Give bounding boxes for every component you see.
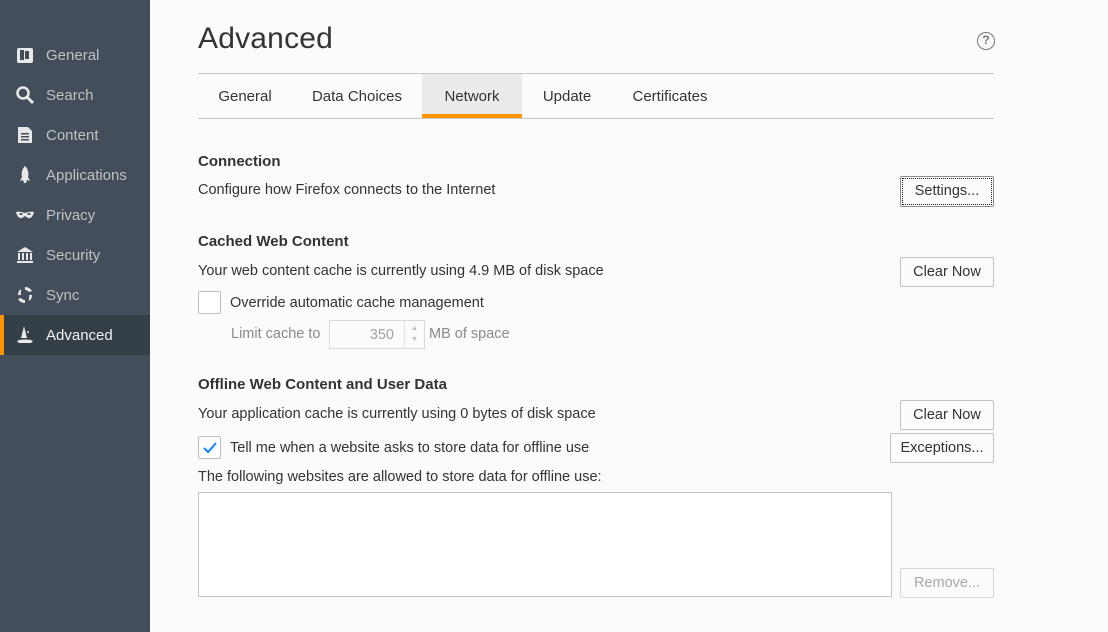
checkmark-icon: [203, 442, 217, 454]
sidebar-item-security[interactable]: Security: [0, 235, 150, 275]
spin-down-icon[interactable]: ▼: [411, 336, 418, 343]
help-icon[interactable]: ?: [977, 32, 995, 50]
remove-site-button[interactable]: Remove...: [900, 568, 994, 598]
connection-heading: Connection: [198, 153, 281, 170]
offline-content-heading: Offline Web Content and User Data: [198, 376, 447, 393]
sidebar-item-advanced[interactable]: Advanced: [0, 315, 150, 355]
spin-up-icon[interactable]: ▲: [411, 325, 418, 332]
advanced-wizard-hat-icon: [15, 325, 35, 345]
tab-update[interactable]: Update: [528, 74, 606, 118]
search-icon: [15, 85, 35, 105]
sidebar: General Search Content Applications Priv…: [0, 0, 150, 632]
cached-content-heading: Cached Web Content: [198, 233, 349, 250]
sidebar-item-search[interactable]: Search: [0, 75, 150, 115]
sidebar-item-label: Advanced: [46, 326, 113, 344]
cache-size-stepper[interactable]: 350 ▲ ▼: [329, 320, 425, 349]
sidebar-item-label: Sync: [46, 286, 80, 304]
exceptions-button[interactable]: Exceptions...: [890, 433, 994, 463]
offline-sites-list[interactable]: [198, 492, 892, 597]
sidebar-item-general[interactable]: General: [0, 35, 150, 75]
sidebar-item-sync[interactable]: Sync: [0, 275, 150, 315]
override-cache-label[interactable]: Override automatic cache management: [230, 295, 484, 311]
cache-size-spinner[interactable]: ▲ ▼: [404, 321, 424, 348]
tab-general[interactable]: General: [198, 74, 292, 118]
sidebar-item-label: General: [46, 46, 100, 64]
connection-settings-button[interactable]: Settings...: [900, 176, 994, 207]
tab-certificates[interactable]: Certificates: [616, 74, 724, 118]
sidebar-item-content[interactable]: Content: [0, 115, 150, 155]
sync-icon: [15, 285, 35, 305]
sidebar-item-privacy[interactable]: Privacy: [0, 195, 150, 235]
sidebar-item-label: Applications: [46, 166, 127, 184]
offline-list-label: The following websites are allowed to st…: [198, 469, 602, 485]
cache-usage-text: Your web content cache is currently usin…: [198, 263, 604, 279]
connection-description: Configure how Firefox connects to the In…: [198, 182, 496, 198]
offline-notify-label[interactable]: Tell me when a website asks to store dat…: [230, 440, 589, 456]
sidebar-item-label: Privacy: [46, 206, 96, 224]
applications-icon: [15, 165, 35, 185]
sidebar-item-applications[interactable]: Applications: [0, 155, 150, 195]
tab-network[interactable]: Network: [422, 74, 522, 118]
offline-usage-text: Your application cache is currently usin…: [198, 406, 596, 422]
limit-cache-label: Limit cache to: [231, 326, 321, 342]
sidebar-item-label: Search: [46, 86, 94, 104]
security-icon: [15, 245, 35, 265]
tab-data-choices[interactable]: Data Choices: [296, 74, 418, 118]
privacy-mask-icon: [15, 205, 35, 225]
cache-unit-label: MB of space: [429, 326, 510, 342]
general-icon: [15, 45, 35, 65]
override-cache-checkbox[interactable]: [198, 291, 221, 314]
cache-size-value: 350: [369, 327, 394, 343]
sidebar-item-label: Content: [46, 126, 99, 144]
content-icon: [15, 125, 35, 145]
offline-notify-checkbox[interactable]: [198, 436, 221, 459]
clear-offline-button[interactable]: Clear Now: [900, 400, 994, 430]
page-title: Advanced: [198, 22, 334, 55]
sidebar-item-label: Security: [46, 246, 101, 264]
tab-bar: General Data Choices Network Update Cert…: [198, 74, 994, 119]
clear-cache-button[interactable]: Clear Now: [900, 257, 994, 287]
